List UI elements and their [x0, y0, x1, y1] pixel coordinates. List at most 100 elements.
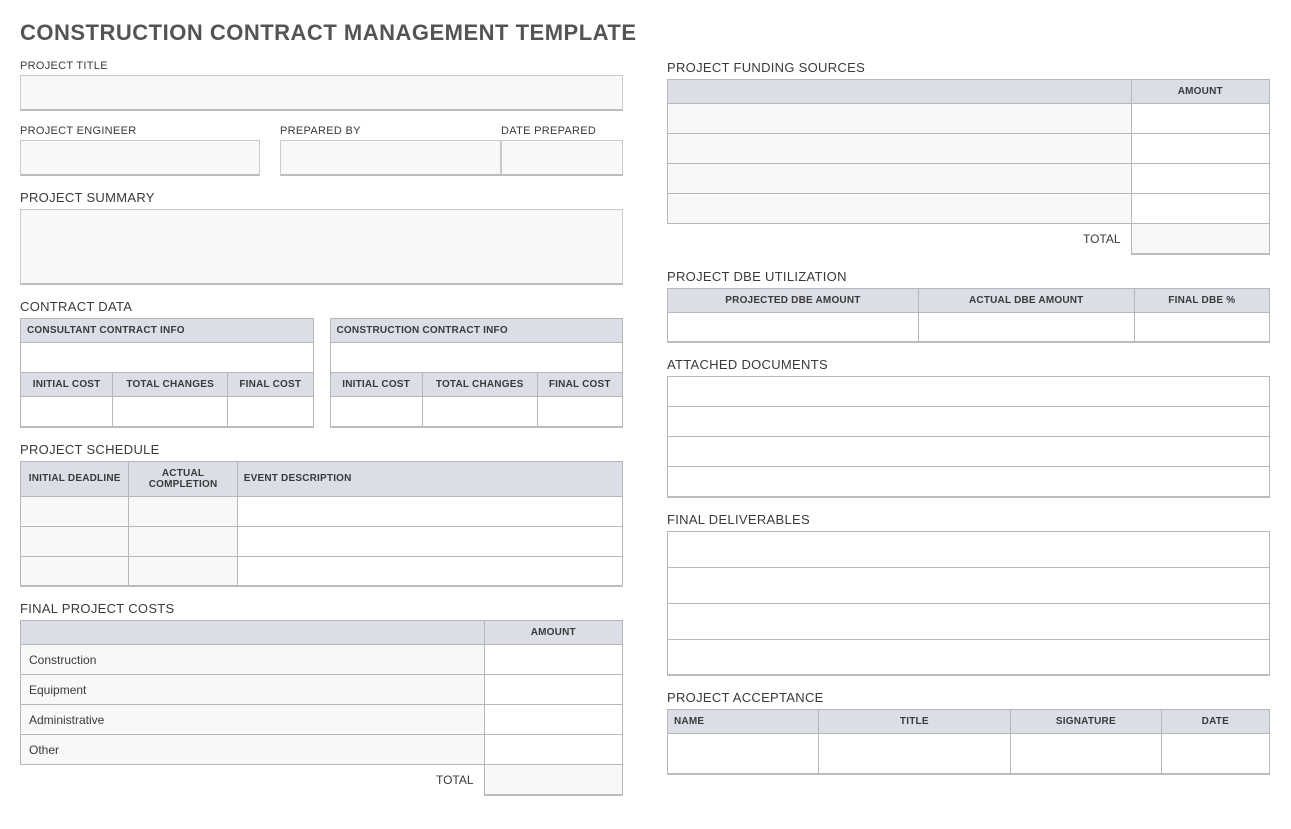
dbe-projected-cell[interactable] [668, 312, 919, 342]
final-costs-total-label: TOTAL [21, 765, 485, 795]
dbe-final-cell[interactable] [1134, 312, 1269, 342]
right-column: PROJECT FUNDING SOURCES AMOUNT TOTAL PRO… [667, 60, 1270, 796]
sched-initial-header: INITIAL DEADLINE [21, 461, 129, 496]
final-costs-total-cell[interactable] [484, 765, 622, 795]
attached-cell[interactable] [668, 467, 1270, 497]
funding-table: AMOUNT TOTAL [667, 79, 1270, 255]
project-summary-input[interactable] [20, 209, 623, 285]
cost-row-label: Construction [21, 645, 485, 675]
attached-table [667, 376, 1270, 498]
sched-cell[interactable] [21, 496, 129, 526]
construction-total-changes-cell[interactable] [422, 397, 537, 427]
dbe-actual-cell[interactable] [918, 312, 1134, 342]
sched-event-header: EVENT DESCRIPTION [237, 461, 622, 496]
acceptance-label: PROJECT ACCEPTANCE [667, 690, 1270, 705]
contract-data-label: CONTRACT DATA [20, 299, 623, 314]
acc-title-header: TITLE [818, 710, 1011, 734]
dbe-projected-header: PROJECTED DBE AMOUNT [668, 288, 919, 312]
acc-name-header: NAME [668, 710, 819, 734]
construction-info-cell[interactable] [330, 343, 623, 373]
consultant-info-cell[interactable] [21, 343, 314, 373]
sched-cell[interactable] [129, 526, 237, 556]
acc-title-cell[interactable] [818, 734, 1011, 774]
funding-source-cell[interactable] [668, 164, 1132, 194]
prepared-by-label: PREPARED BY [280, 125, 501, 137]
deliverable-cell[interactable] [668, 603, 1270, 639]
project-schedule-label: PROJECT SCHEDULE [20, 442, 623, 457]
consultant-final-cost-cell[interactable] [228, 397, 313, 427]
acc-date-header: DATE [1161, 710, 1269, 734]
consultant-initial-cost-cell[interactable] [21, 397, 113, 427]
consultant-final-cost-header: FINAL COST [228, 373, 313, 397]
construction-final-cost-header: FINAL COST [537, 373, 622, 397]
consultant-total-changes-header: TOTAL CHANGES [113, 373, 228, 397]
acc-signature-cell[interactable] [1011, 734, 1162, 774]
cost-amount-cell[interactable] [484, 675, 622, 705]
funding-amount-cell[interactable] [1131, 134, 1269, 164]
construction-header: CONSTRUCTION CONTRACT INFO [330, 319, 623, 343]
sched-cell[interactable] [237, 526, 622, 556]
acc-signature-header: SIGNATURE [1011, 710, 1162, 734]
consultant-header: CONSULTANT CONTRACT INFO [21, 319, 314, 343]
project-summary-label: PROJECT SUMMARY [20, 190, 623, 205]
sched-cell[interactable] [237, 556, 622, 586]
attached-cell[interactable] [668, 437, 1270, 467]
dbe-table: PROJECTED DBE AMOUNT ACTUAL DBE AMOUNT F… [667, 288, 1270, 344]
construction-initial-cost-cell[interactable] [330, 397, 422, 427]
page-title: CONSTRUCTION CONTRACT MANAGEMENT TEMPLAT… [20, 20, 1271, 46]
consultant-contract-table: CONSULTANT CONTRACT INFO INITIAL COST TO… [20, 318, 314, 428]
date-prepared-input[interactable] [501, 140, 623, 176]
cost-amount-cell[interactable] [484, 705, 622, 735]
sched-actual-header: ACTUAL COMPLETION [129, 461, 237, 496]
acc-date-cell[interactable] [1161, 734, 1269, 774]
project-engineer-input[interactable] [20, 140, 260, 176]
dbe-label: PROJECT DBE UTILIZATION [667, 269, 1270, 284]
cost-amount-cell[interactable] [484, 645, 622, 675]
left-column: PROJECT TITLE PROJECT ENGINEERPREPARED B… [20, 60, 623, 796]
sched-cell[interactable] [237, 496, 622, 526]
cost-row-label: Other [21, 735, 485, 765]
funding-total-cell[interactable] [1131, 224, 1269, 254]
deliverable-cell[interactable] [668, 639, 1270, 675]
attached-cell[interactable] [668, 407, 1270, 437]
funding-source-cell[interactable] [668, 194, 1132, 224]
final-costs-blank-header [21, 621, 485, 645]
cost-row-label: Administrative [21, 705, 485, 735]
deliverables-label: FINAL DELIVERABLES [667, 512, 1270, 527]
funding-amount-cell[interactable] [1131, 164, 1269, 194]
funding-source-cell[interactable] [668, 134, 1132, 164]
cost-row-label: Equipment [21, 675, 485, 705]
project-engineer-label: PROJECT ENGINEER [20, 125, 260, 137]
funding-label: PROJECT FUNDING SOURCES [667, 60, 1270, 75]
funding-amount-cell[interactable] [1131, 104, 1269, 134]
attached-cell[interactable] [668, 377, 1270, 407]
prepared-by-input[interactable] [280, 140, 501, 176]
consultant-total-changes-cell[interactable] [113, 397, 228, 427]
cost-amount-cell[interactable] [484, 735, 622, 765]
acceptance-table: NAME TITLE SIGNATURE DATE [667, 709, 1270, 775]
final-costs-table: AMOUNT Construction Equipment Administra… [20, 620, 623, 796]
sched-cell[interactable] [129, 556, 237, 586]
date-prepared-label: DATE PREPARED [501, 125, 623, 137]
project-title-input[interactable] [20, 75, 623, 111]
construction-initial-cost-header: INITIAL COST [330, 373, 422, 397]
sched-cell[interactable] [21, 526, 129, 556]
sched-cell[interactable] [21, 556, 129, 586]
acc-name-cell[interactable] [668, 734, 819, 774]
deliverables-table [667, 531, 1270, 677]
final-costs-label: FINAL PROJECT COSTS [20, 601, 623, 616]
attached-label: ATTACHED DOCUMENTS [667, 357, 1270, 372]
deliverable-cell[interactable] [668, 531, 1270, 567]
funding-source-cell[interactable] [668, 104, 1132, 134]
funding-total-label: TOTAL [668, 224, 1132, 254]
funding-blank-header [668, 80, 1132, 104]
final-costs-amount-header: AMOUNT [484, 621, 622, 645]
dbe-final-header: FINAL DBE % [1134, 288, 1269, 312]
construction-total-changes-header: TOTAL CHANGES [422, 373, 537, 397]
sched-cell[interactable] [129, 496, 237, 526]
consultant-initial-cost-header: INITIAL COST [21, 373, 113, 397]
deliverable-cell[interactable] [668, 567, 1270, 603]
construction-contract-table: CONSTRUCTION CONTRACT INFO INITIAL COST … [330, 318, 624, 428]
construction-final-cost-cell[interactable] [537, 397, 622, 427]
funding-amount-cell[interactable] [1131, 194, 1269, 224]
